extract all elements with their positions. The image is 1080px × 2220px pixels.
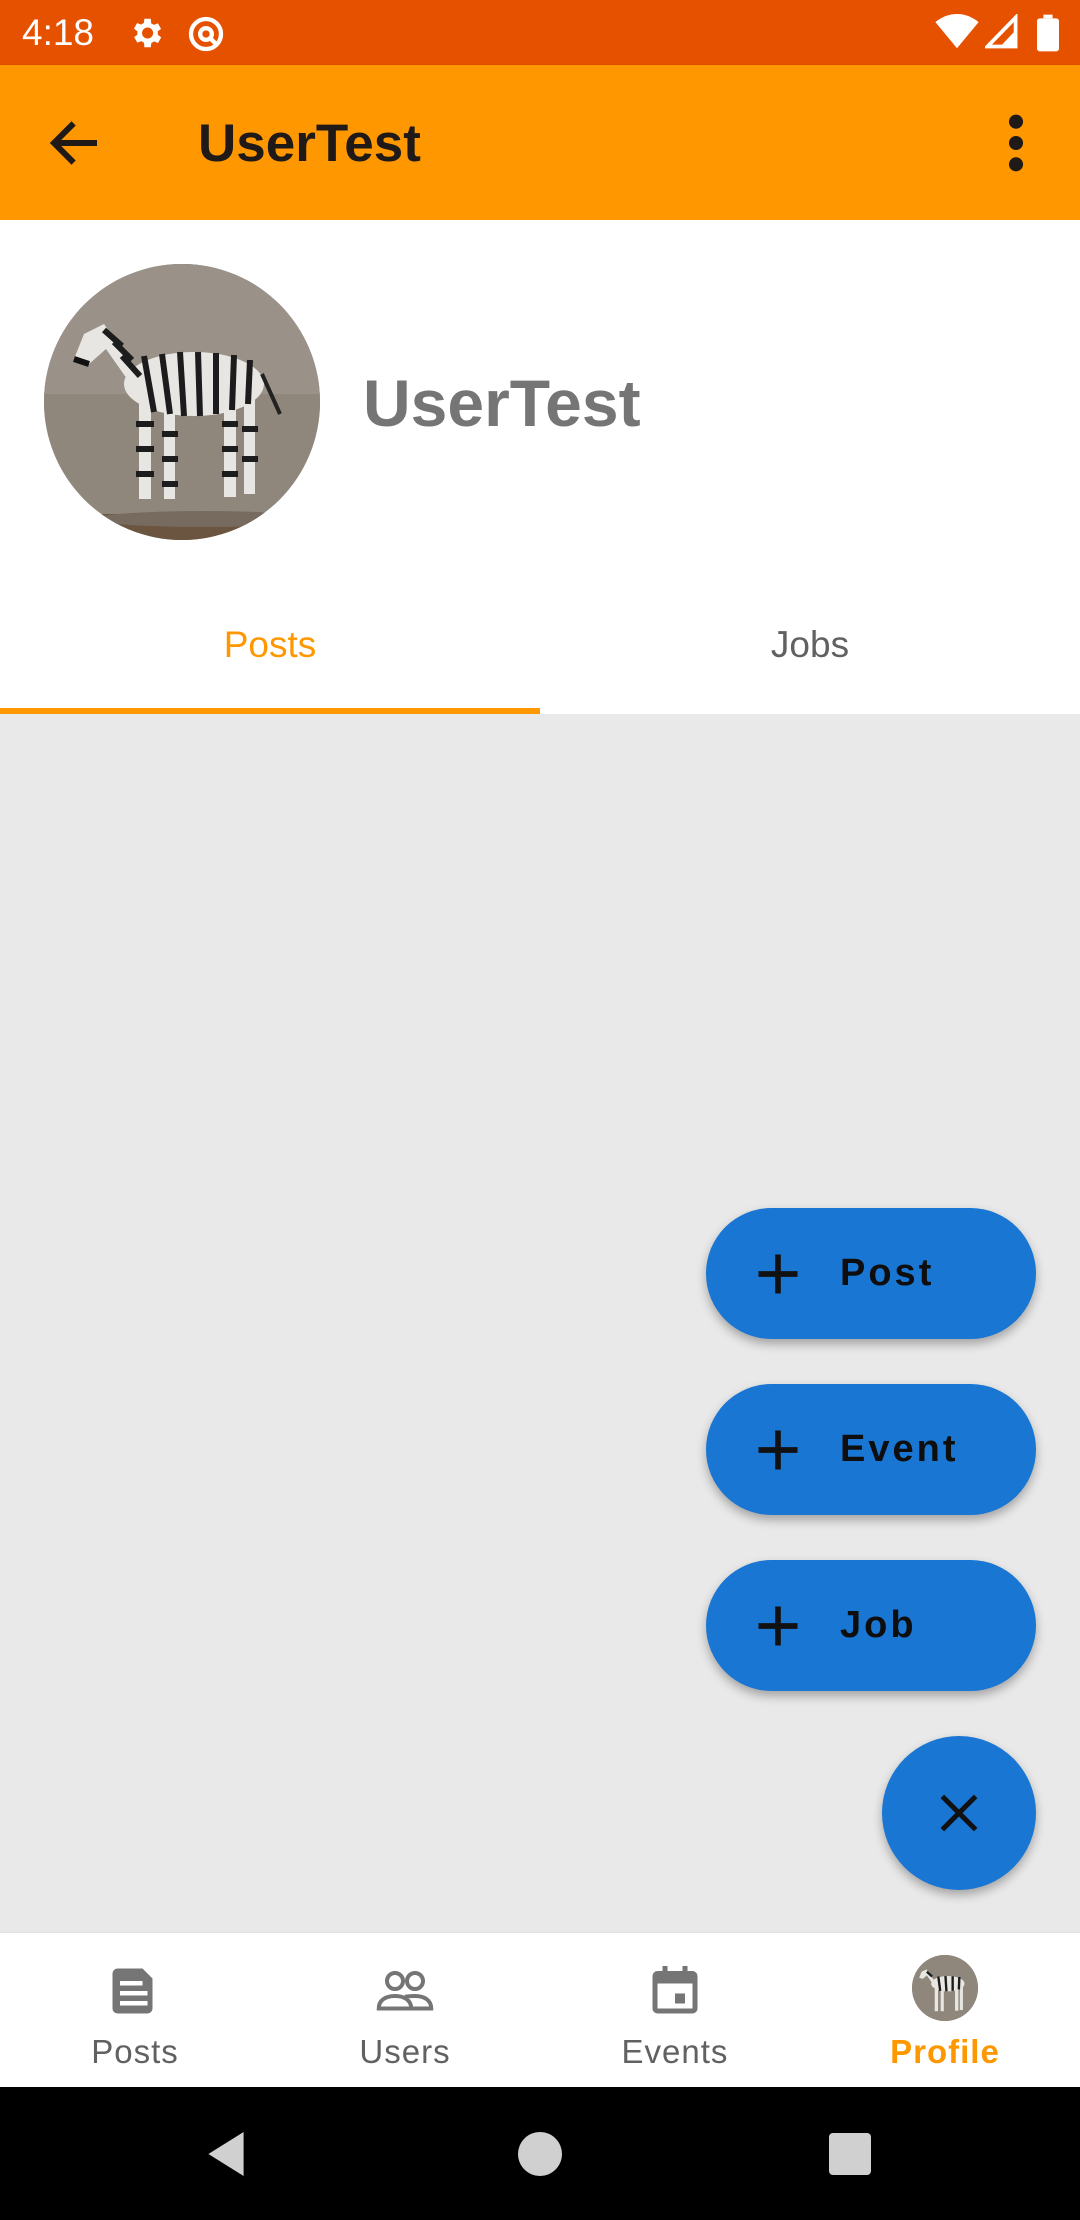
signal-icon [985,14,1018,49]
nav-item-users[interactable]: Users [270,1933,540,2088]
tab-bar: Posts Jobs [0,576,1080,714]
posts-icon [112,1968,153,2014]
back-arrow-icon[interactable] [40,113,108,173]
add-event-button[interactable]: Event [706,1384,1036,1515]
app-bar-title: UserTest [198,114,421,173]
avatar[interactable] [44,264,320,540]
nav-item-events[interactable]: Events [540,1933,810,2088]
bottom-navigation: Posts Users Events Profile [0,1932,1080,2088]
system-home-icon[interactable] [518,2132,562,2176]
wifi-icon [935,14,979,49]
app-bar: UserTest [0,65,1080,220]
nav-label-profile: Profile [890,2033,1000,2070]
nav-item-profile[interactable]: Profile [810,1933,1080,2088]
profile-name: UserTest [363,366,641,440]
nav-label-users: Users [359,2033,451,2070]
add-job-button[interactable]: Job [706,1560,1036,1691]
add-event-label: Event [840,1428,959,1470]
tab-posts[interactable]: Posts [0,576,540,714]
events-icon [652,1966,698,2014]
nav-label-posts: Posts [91,2033,179,2070]
gear-icon [133,18,162,48]
nav-label-events: Events [621,2033,729,2070]
system-navigation-bar [0,2087,1080,2220]
system-recents-icon[interactable] [829,2133,871,2175]
system-back-icon[interactable] [204,2129,248,2179]
status-time: 4:18 [22,12,95,53]
more-options-icon[interactable] [994,111,1038,175]
add-post-button[interactable]: Post [706,1208,1036,1339]
status-bar: 4:18 [0,0,1080,65]
add-post-label: Post [840,1252,935,1294]
plus-icon [758,1430,798,1470]
zebra-photo [912,1955,978,2021]
plus-icon [758,1254,798,1294]
profile-header: UserTest Posts Jobs [0,220,1080,714]
close-icon [940,1794,978,1832]
avatar [912,1955,978,2021]
tab-jobs[interactable]: Jobs [540,576,1080,714]
close-fab-button[interactable] [882,1736,1036,1890]
plus-icon [758,1606,798,1646]
users-icon [376,1971,434,2011]
zebra-photo [44,264,320,540]
add-job-label: Job [840,1604,917,1646]
vpn-icon [188,16,224,52]
battery-icon [1037,14,1059,52]
nav-item-posts[interactable]: Posts [0,1933,270,2088]
